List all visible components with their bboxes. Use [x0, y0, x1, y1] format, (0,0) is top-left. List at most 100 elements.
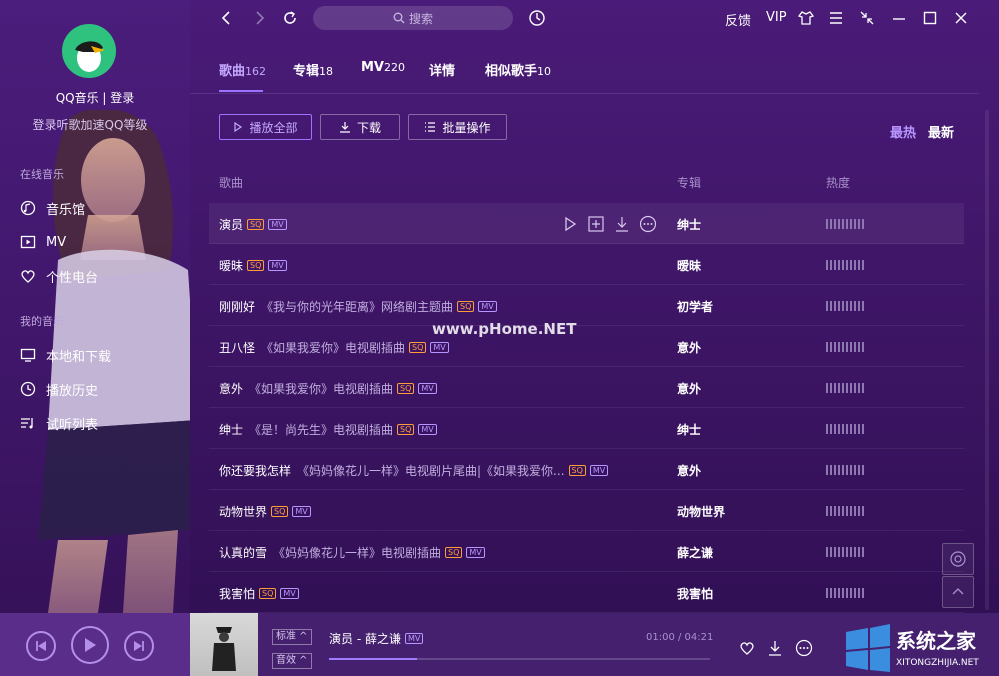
tab-details[interactable]: 详情: [429, 60, 455, 79]
album-cell[interactable]: 意外: [677, 462, 701, 479]
mini-mode-icon[interactable]: [858, 9, 876, 27]
song-title[interactable]: 意外: [219, 380, 243, 397]
table-row[interactable]: 暧昧 SQ MV 暧昧: [209, 244, 964, 285]
active-tab-indicator: [219, 90, 263, 92]
mv-badge[interactable]: MV: [268, 219, 287, 230]
login-link[interactable]: QQ音乐 | 登录: [0, 89, 190, 106]
heat-bar: [858, 219, 860, 229]
row-more-icon[interactable]: [639, 215, 657, 233]
table-row[interactable]: 演员 SQ MV 绅士: [209, 203, 964, 244]
back-icon[interactable]: [218, 9, 236, 27]
table-row[interactable]: 刚刚好 《我与你的光年距离》网络剧主题曲 SQ MV 初学者: [209, 285, 964, 326]
album-cell[interactable]: 动物世界: [677, 503, 725, 520]
album-cell[interactable]: 意外: [677, 339, 701, 356]
tab-similar-artists[interactable]: 相似歌手10: [485, 60, 551, 79]
mv-badge[interactable]: MV: [589, 465, 609, 476]
table-row[interactable]: 动物世界 SQ MV 动物世界: [209, 490, 964, 531]
download-icon[interactable]: [766, 639, 784, 657]
tab-mv[interactable]: MV220: [361, 60, 405, 75]
avatar[interactable]: [62, 24, 116, 78]
song-title[interactable]: 你还要我怎样: [219, 462, 291, 479]
song-title-cell: 丑八怪 《如果我爱你》电视剧插曲 SQ MV: [219, 339, 449, 356]
tab-songs[interactable]: 歌曲162: [219, 60, 266, 79]
forward-icon[interactable]: [250, 9, 268, 27]
mv-badge[interactable]: MV: [418, 424, 437, 435]
back-to-top-button[interactable]: [942, 576, 974, 608]
batch-operation-button[interactable]: 批量操作: [408, 114, 507, 140]
sidebar-item-mv[interactable]: MV: [20, 232, 66, 252]
play-pause-button[interactable]: [71, 626, 109, 664]
now-playing: 演员 - 薛之谦 MV: [329, 630, 424, 647]
now-playing-title[interactable]: 演员 - 薛之谦: [329, 630, 401, 647]
song-title[interactable]: 绅士: [219, 421, 243, 438]
next-button[interactable]: [124, 631, 154, 661]
previous-button[interactable]: [26, 631, 56, 661]
next-icon: [134, 641, 144, 651]
sidebar-item-trial-list[interactable]: 试听列表: [20, 413, 98, 433]
search-input[interactable]: 搜索: [313, 6, 513, 30]
song-title[interactable]: 我害怕: [219, 585, 255, 602]
album-cell[interactable]: 绅士: [677, 421, 701, 438]
table-row[interactable]: 认真的雪 《妈妈像花儿一样》电视剧插曲 SQ MV 薛之谦: [209, 531, 964, 572]
menu-icon[interactable]: [827, 9, 845, 27]
mv-badge[interactable]: MV: [268, 260, 287, 271]
mv-badge[interactable]: MV: [430, 342, 449, 353]
sort-new[interactable]: 最新: [928, 122, 954, 141]
heat-bar: [854, 260, 856, 270]
maximize-icon[interactable]: [921, 9, 939, 27]
sq-badge: SQ: [568, 465, 586, 476]
sound-effect-select[interactable]: 音效 ^: [272, 653, 312, 669]
listen-recognize-icon[interactable]: [528, 9, 546, 27]
sidebar-item-local-download[interactable]: 本地和下载: [20, 345, 111, 365]
like-heart-icon[interactable]: [738, 639, 756, 657]
minimize-icon[interactable]: [890, 9, 908, 27]
feedback-link[interactable]: 反馈: [725, 10, 751, 29]
row-play-icon[interactable]: [561, 215, 579, 233]
heat-bar: [834, 465, 836, 475]
table-row[interactable]: 绅士 《是！尚先生》电视剧插曲 SQ MV 绅士: [209, 408, 964, 449]
sq-badge: SQ: [259, 588, 277, 599]
mv-badge[interactable]: MV: [466, 547, 485, 558]
album-cell[interactable]: 薛之谦: [677, 544, 713, 561]
tab-albums[interactable]: 专辑18: [293, 60, 333, 79]
table-row[interactable]: 我害怕 SQ MV 我害怕: [209, 572, 964, 613]
refresh-icon[interactable]: [281, 9, 299, 27]
locate-current-button[interactable]: [942, 543, 974, 575]
table-row[interactable]: 丑八怪 《如果我爱你》电视剧插曲 SQ MV 意外: [209, 326, 964, 367]
mv-badge[interactable]: MV: [280, 588, 299, 599]
album-cell[interactable]: 意外: [677, 380, 701, 397]
close-icon[interactable]: [952, 9, 970, 27]
sidebar-item-history[interactable]: 播放历史: [20, 379, 98, 399]
scrollbar[interactable]: [984, 110, 990, 610]
song-title[interactable]: 认真的雪: [219, 544, 267, 561]
quality-select[interactable]: 标准 ^: [272, 629, 312, 645]
mv-badge[interactable]: MV: [418, 383, 437, 394]
album-cell[interactable]: 绅士: [677, 216, 701, 233]
album-cell[interactable]: 我害怕: [677, 585, 713, 602]
mv-badge[interactable]: MV: [478, 301, 497, 312]
row-add-icon[interactable]: [587, 215, 605, 233]
album-cell[interactable]: 暧昧: [677, 257, 701, 274]
vip-link[interactable]: VIP: [766, 10, 787, 25]
song-title[interactable]: 暧昧: [219, 257, 243, 274]
heat-bar: [842, 383, 844, 393]
row-download-icon[interactable]: [613, 215, 631, 233]
progress-bar[interactable]: [329, 658, 710, 660]
mv-badge[interactable]: MV: [404, 633, 424, 644]
album-cell[interactable]: 初学者: [677, 298, 713, 315]
mv-badge[interactable]: MV: [292, 506, 311, 517]
album-cover[interactable]: [190, 613, 258, 676]
table-row[interactable]: 你还要我怎样 《妈妈像花儿一样》电视剧片尾曲|《如果我爱你... SQ MV 意外: [209, 449, 964, 490]
table-row[interactable]: 意外 《如果我爱你》电视剧插曲 SQ MV 意外: [209, 367, 964, 408]
song-title[interactable]: 动物世界: [219, 503, 267, 520]
skin-shirt-icon[interactable]: [797, 9, 815, 27]
song-title[interactable]: 刚刚好: [219, 298, 255, 315]
download-button[interactable]: 下载: [320, 114, 400, 140]
song-title[interactable]: 演员: [219, 216, 243, 233]
sidebar-item-radio[interactable]: 个性电台: [20, 266, 98, 286]
more-icon[interactable]: [795, 639, 813, 657]
sort-hot[interactable]: 最热: [890, 122, 916, 141]
play-all-button[interactable]: 播放全部: [219, 114, 312, 140]
song-title[interactable]: 丑八怪: [219, 339, 255, 356]
sidebar-item-music-hall[interactable]: 音乐馆: [20, 198, 85, 218]
